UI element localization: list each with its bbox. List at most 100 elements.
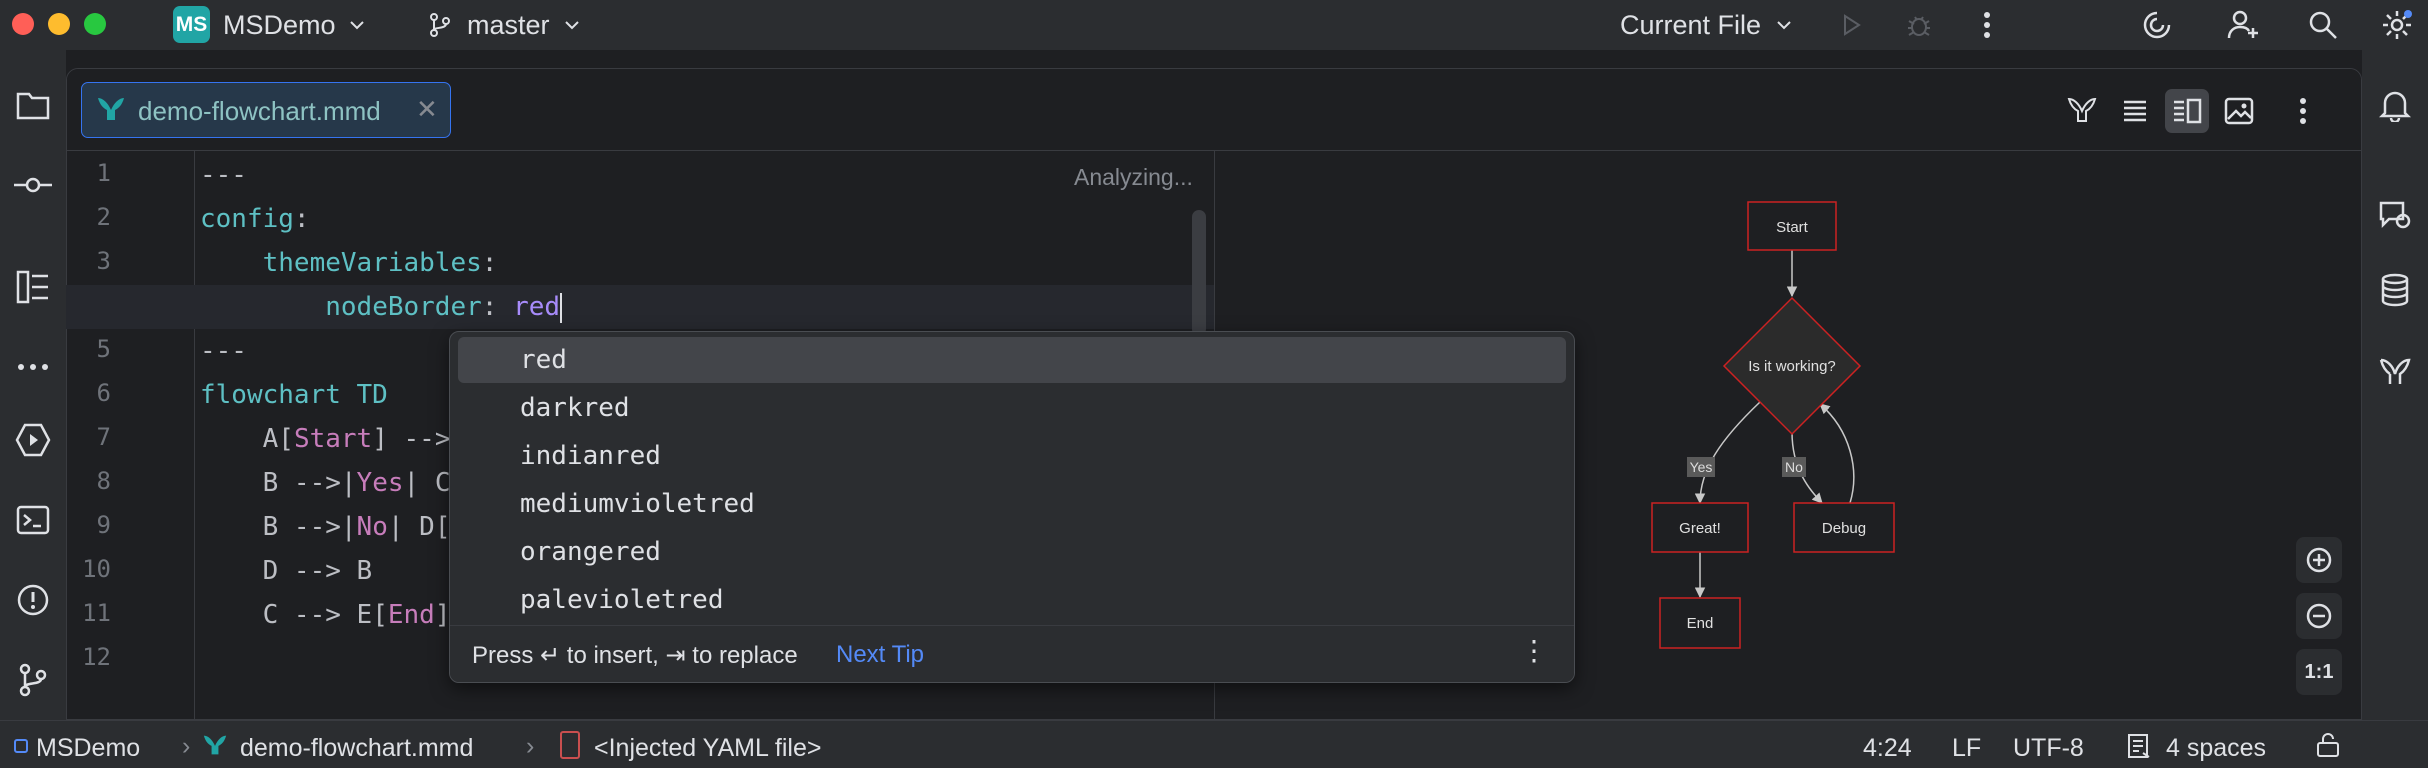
breadcrumb-project[interactable]: MSDemo	[36, 734, 140, 763]
minimize-window-button[interactable]	[48, 13, 70, 35]
chevron-down-icon[interactable]	[338, 6, 376, 44]
node-start-label: Start	[1776, 219, 1809, 236]
line-number: 11	[82, 599, 111, 627]
line-number: 9	[96, 511, 111, 539]
more-vertical-icon[interactable]	[2281, 89, 2325, 133]
zoom-window-button[interactable]	[84, 13, 106, 35]
node-great-label: Great!	[1679, 520, 1721, 537]
terminal-icon[interactable]	[8, 495, 58, 545]
mermaid-icon[interactable]	[2370, 347, 2420, 397]
line-number: 7	[96, 423, 111, 451]
edge-label-yes: Yes	[1690, 459, 1713, 475]
completion-item-label: darkred	[520, 393, 630, 423]
completion-item[interactable]: darkred	[458, 385, 1566, 431]
completion-popup: red darkred indianred mediumvioletred or…	[449, 331, 1575, 683]
close-window-button[interactable]	[12, 13, 34, 35]
line-separator[interactable]: LF	[1952, 734, 1981, 763]
line-number: 8	[96, 467, 111, 495]
branch-name[interactable]: master	[467, 10, 550, 41]
chevron-down-icon[interactable]	[553, 6, 591, 44]
problems-icon[interactable]	[8, 575, 58, 625]
run-icon[interactable]	[1832, 6, 1870, 44]
left-tool-strip	[0, 50, 66, 720]
yaml-file-icon	[560, 731, 580, 759]
editor-tab-bar: demo-flowchart.mmd ✕	[67, 69, 2361, 151]
zoom-out-icon	[2306, 603, 2332, 629]
tab-demo-flowchart[interactable]: demo-flowchart.mmd ✕	[81, 82, 451, 138]
git-icon[interactable]	[8, 655, 58, 705]
completion-item-label: palevioletred	[520, 585, 724, 615]
mermaid-file-icon	[202, 733, 228, 762]
ai-assistant-icon[interactable]	[2138, 6, 2176, 44]
more-vertical-icon[interactable]: ⋮	[1520, 634, 1548, 667]
line-number: 3	[96, 247, 111, 275]
search-icon[interactable]	[2304, 6, 2342, 44]
line-number-current: 4	[96, 291, 111, 319]
line-number: 1	[96, 159, 111, 187]
run-configuration[interactable]: Current File	[1620, 10, 1761, 41]
editor-only-view-icon[interactable]	[2113, 89, 2157, 133]
mermaid-file-icon	[96, 95, 126, 128]
add-user-icon[interactable]	[2224, 6, 2262, 44]
node-debug-label: Debug	[1822, 520, 1866, 537]
completion-item[interactable]: red	[458, 337, 1566, 383]
more-tools-icon[interactable]	[8, 342, 58, 392]
reset-zoom-button[interactable]: 1:1	[2296, 649, 2342, 695]
zoom-out-button[interactable]	[2296, 593, 2342, 639]
project-badge[interactable]: MS	[173, 6, 210, 43]
line-number-gutter: 1 2 3 4 5 6 7 8 9 10 11 12	[67, 151, 195, 719]
file-encoding[interactable]: UTF-8	[2013, 734, 2084, 763]
chevron-down-icon[interactable]	[1765, 6, 1803, 44]
next-tip-link[interactable]: Next Tip	[836, 641, 924, 669]
completion-item[interactable]: mediumvioletred	[458, 481, 1566, 527]
caret-position[interactable]: 4:24	[1863, 734, 1912, 763]
settings-gear-icon[interactable]	[2378, 6, 2416, 44]
breadcrumb-file[interactable]: demo-flowchart.mmd	[240, 734, 473, 763]
edge-label-no: No	[1785, 459, 1803, 475]
debug-icon[interactable]	[1900, 6, 1938, 44]
preview-only-view-icon[interactable]	[2217, 89, 2261, 133]
node-decision-label: Is it working?	[1748, 358, 1836, 375]
mermaid-settings-icon[interactable]	[2061, 89, 2105, 133]
indent-icon	[2127, 733, 2153, 764]
line-number: 6	[96, 379, 111, 407]
completion-item[interactable]: orangered	[458, 529, 1566, 575]
breadcrumb-separator-icon: ›	[526, 732, 535, 760]
zoom-in-button[interactable]	[2296, 537, 2342, 583]
title-bar: MS MSDemo master Current File	[0, 0, 2428, 50]
breadcrumb-separator-icon: ›	[182, 732, 191, 760]
database-icon[interactable]	[2370, 265, 2420, 315]
branch-icon[interactable]	[421, 6, 459, 44]
module-icon	[14, 739, 28, 753]
lock-icon[interactable]	[2316, 732, 2340, 763]
line-number: 5	[96, 335, 111, 363]
completion-item-label: mediumvioletred	[520, 489, 755, 519]
node-end-label: End	[1687, 615, 1714, 632]
notifications-bell-icon[interactable]	[2370, 80, 2420, 130]
edge-decision-great	[1694, 401, 1761, 505]
completion-item-label: red	[520, 345, 567, 375]
tab-filename: demo-flowchart.mmd	[138, 96, 381, 126]
ai-chat-icon[interactable]	[2370, 190, 2420, 240]
completion-item[interactable]: palevioletred	[458, 577, 1566, 623]
completion-item-label: indianred	[520, 441, 661, 471]
close-tab-icon[interactable]: ✕	[416, 94, 438, 125]
project-folder-icon[interactable]	[8, 80, 58, 130]
project-name[interactable]: MSDemo	[223, 10, 336, 41]
indent-setting[interactable]: 4 spaces	[2166, 734, 2266, 763]
zoom-in-icon	[2306, 547, 2332, 573]
commit-icon[interactable]	[8, 160, 58, 210]
breadcrumb-injected[interactable]: <Injected YAML file>	[594, 734, 821, 763]
completion-hint: Press ↵ to insert, ⇥ to replace	[472, 642, 798, 669]
status-bar: MSDemo › demo-flowchart.mmd › <Injected …	[0, 720, 2428, 768]
line-number: 12	[82, 643, 111, 671]
more-vertical-icon[interactable]	[1968, 6, 2006, 44]
line-number: 10	[82, 555, 111, 583]
completion-item[interactable]: indianred	[458, 433, 1566, 479]
right-tool-strip	[2362, 50, 2428, 720]
structure-icon[interactable]	[8, 262, 58, 312]
edge-debug-decision	[1819, 403, 1855, 504]
split-view-icon[interactable]	[2165, 89, 2209, 133]
services-icon[interactable]	[8, 415, 58, 465]
completion-item-label: orangered	[520, 537, 661, 567]
